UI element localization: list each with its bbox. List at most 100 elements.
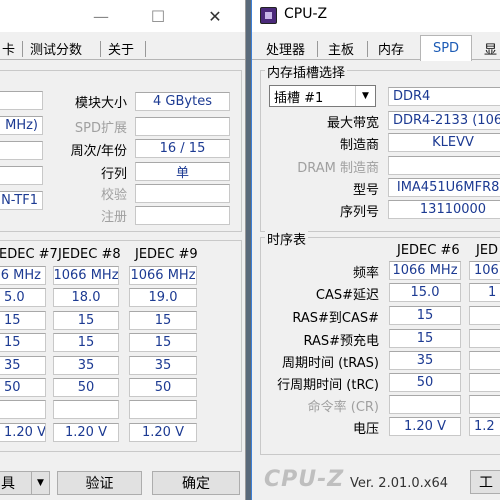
ranks-label: 行列 (100, 167, 127, 182)
chevron-down-icon: ▼ (355, 86, 375, 106)
tab-about[interactable]: 关于 (102, 37, 140, 60)
minimize-icon: — (93, 6, 109, 26)
max-bandwidth-label: 最大带宽 (326, 116, 379, 131)
tab-memory[interactable]: 内存 (372, 37, 410, 60)
tab-graphics[interactable]: 显 (478, 37, 500, 60)
timing-cell: 15 (53, 333, 119, 352)
timing-cell: 1.20 V (0, 423, 46, 442)
timing-cell: 5.0 (0, 288, 46, 307)
module-size-value: 4 GBytes (135, 92, 230, 111)
timing-cell: 1066 MHz (53, 266, 119, 285)
tab-graphics[interactable]: 卡 (0, 37, 21, 60)
command-rate-label: 命令率 (CR) (307, 400, 379, 415)
tab-separator (317, 41, 318, 57)
timing-cell: 1.2 (469, 417, 500, 436)
timing-cell: 35 (129, 356, 197, 375)
timing-cell: 15 (389, 306, 461, 325)
left-field (0, 141, 43, 160)
week-year-value: 16 / 15 (135, 139, 230, 158)
timing-cell: 15 (129, 333, 197, 352)
slot-select[interactable]: 插槽 #1 ▼ (269, 85, 376, 107)
tab-separator (145, 41, 146, 57)
part-number-value: IMA451U6MFR8N (388, 178, 500, 197)
timing-cell: 35 (389, 351, 461, 370)
left-cpuz-window: — ☐ ✕ 卡 测试分数 关于 MHz) N-TF1 模块大小 SPD扩展 周次… (0, 0, 246, 500)
dram-manufacturer-label: DRAM 制造商 (297, 161, 379, 176)
week-year-label: 周次/年份 (70, 144, 127, 159)
timing-cell: 15 (0, 333, 46, 352)
left-tab-bar: 卡 测试分数 关于 (0, 33, 245, 60)
tab-mainboard[interactable]: 主板 (322, 37, 360, 60)
tools-button[interactable]: 工 (470, 470, 500, 494)
timing-cell (53, 400, 119, 419)
serial-number-value: 13110000 (388, 200, 500, 219)
timing-cell: 15 (389, 329, 461, 348)
timing-cell: 1.20 V (129, 423, 197, 442)
timing-cell (469, 351, 500, 370)
part-number-label: 型号 (352, 183, 379, 198)
timing-cell: 35 (0, 356, 46, 375)
timing-cell (469, 395, 500, 414)
slot-selection-group: 内存插槽选择 插槽 #1 ▼ DDR4 最大带宽 DDR4-2133 (1066… (260, 62, 500, 232)
validate-button[interactable]: 验证 (57, 471, 142, 495)
tras-label: 周期时间 (tRAS) (281, 356, 379, 371)
minimize-button[interactable]: — (78, 0, 124, 32)
timing-cell: 19.0 (129, 288, 197, 307)
timing-cell: 18.0 (53, 288, 119, 307)
timings-group: 时序表 JEDEC #6 JED 频率 1066 MHz 106 CAS#延迟 … (260, 229, 500, 455)
version-label: Ver. 2.01.0.x64 (350, 476, 449, 491)
timing-cell: 15 (0, 311, 46, 330)
voltage-label: 电压 (352, 422, 379, 437)
ok-button[interactable]: 确定 (152, 471, 240, 495)
timing-cell: 50 (129, 378, 197, 397)
left-timings-group: EDEC #7 JEDEC #8 JEDEC #9 66 MHz 1066 MH… (0, 240, 242, 452)
tab-separator (22, 41, 23, 57)
timing-header-6: JEDEC #6 (397, 243, 460, 258)
close-icon: ✕ (208, 6, 222, 26)
trc-label: 行周期时间 (tRC) (277, 378, 379, 393)
timing-cell: 1066 MHz (129, 266, 197, 285)
left-field (0, 91, 43, 110)
left-slot-group: MHz) N-TF1 模块大小 SPD扩展 周次/年份 行列 校验 注册 4 G… (0, 70, 242, 232)
tab-bench[interactable]: 测试分数 (24, 37, 88, 60)
timing-cell (129, 400, 197, 419)
registered-label: 注册 (100, 210, 127, 225)
timing-cell (469, 306, 500, 325)
correction-value (135, 184, 230, 203)
timings-group-title: 时序表 (265, 229, 309, 248)
tab-separator (100, 41, 101, 57)
chevron-down-icon: ▼ (31, 472, 49, 494)
timing-header-7: EDEC #7 (0, 247, 58, 262)
close-button[interactable]: ✕ (192, 0, 238, 32)
maximize-icon: ☐ (150, 6, 166, 26)
tab-cpu[interactable]: 处理器 (260, 37, 311, 60)
timing-cell: 50 (389, 373, 461, 392)
cas-latency-label: CAS#延迟 (315, 288, 379, 303)
serial-number-label: 序列号 (339, 205, 379, 220)
slot-group-title: 内存插槽选择 (265, 62, 348, 81)
timing-cell (469, 373, 500, 392)
right-title-bar: CPU-Z (252, 0, 500, 32)
timing-cell: 50 (0, 378, 46, 397)
timing-header-next: JED (476, 243, 499, 258)
left-footer: 具 ▼ 验证 确定 (0, 464, 245, 500)
manufacturer-value: KLEVV (388, 133, 500, 152)
tools-dropdown-button[interactable]: 具 ▼ (0, 471, 50, 495)
timing-cell: 1.20 V (53, 423, 119, 442)
tab-spd[interactable]: SPD (420, 35, 472, 61)
tab-separator (367, 41, 368, 57)
correction-label: 校验 (100, 188, 127, 203)
spd-ext-value (135, 117, 230, 136)
timing-cell: 15 (129, 311, 197, 330)
timing-cell: 35 (53, 356, 119, 375)
maximize-button[interactable]: ☐ (135, 0, 181, 32)
timing-cell: 1066 MHz (389, 261, 461, 280)
dram-manufacturer-value (388, 156, 500, 175)
cpuz-logo: CPU-Z (264, 467, 345, 492)
ras-to-cas-label: RAS#到CAS# (292, 311, 379, 326)
right-cpuz-window: CPU-Z 处理器 主板 内存 SPD 显 内存插槽选择 插槽 #1 ▼ DDR… (251, 0, 500, 500)
window-title: CPU-Z (284, 6, 328, 22)
module-size-label: 模块大小 (74, 96, 127, 111)
right-tab-bar: 处理器 主板 内存 SPD 显 (252, 33, 500, 61)
timing-cell: 1.20 V (389, 417, 461, 436)
